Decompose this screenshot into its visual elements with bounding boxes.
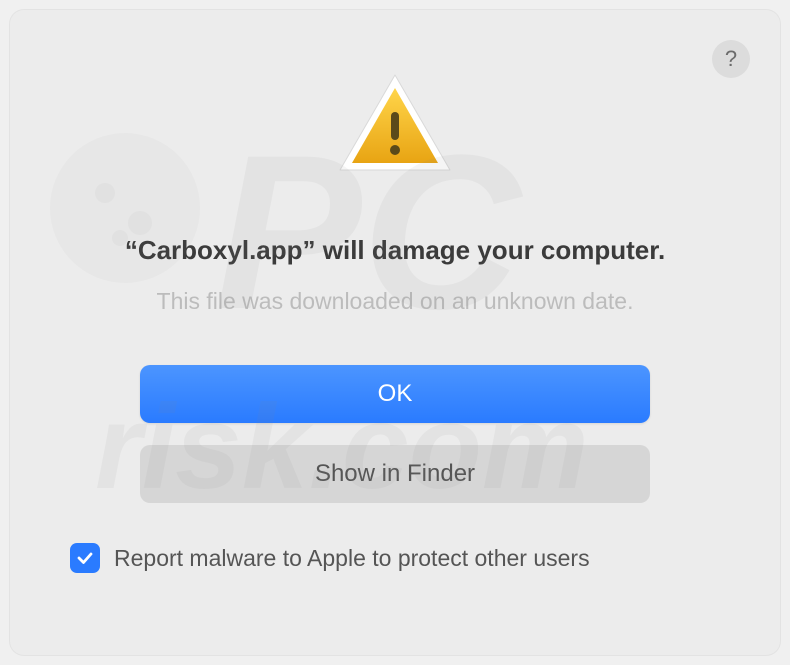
checkmark-icon: [75, 548, 95, 568]
dialog-heading: “Carboxyl.app” will damage your computer…: [125, 235, 665, 266]
report-malware-checkbox[interactable]: [70, 543, 100, 573]
dialog-subtext: This file was downloaded on an unknown d…: [157, 288, 634, 315]
report-malware-label: Report malware to Apple to protect other…: [114, 545, 590, 572]
help-button[interactable]: ?: [712, 40, 750, 78]
warning-icon: [330, 60, 460, 190]
show-in-finder-button[interactable]: Show in Finder: [140, 445, 650, 503]
ok-button[interactable]: OK: [140, 365, 650, 423]
button-stack: OK Show in Finder: [140, 365, 650, 503]
alert-dialog: PC risk.com ? “Carboxyl.app” will damage…: [10, 10, 780, 655]
help-icon-label: ?: [725, 46, 737, 72]
report-malware-row: Report malware to Apple to protect other…: [70, 543, 590, 573]
